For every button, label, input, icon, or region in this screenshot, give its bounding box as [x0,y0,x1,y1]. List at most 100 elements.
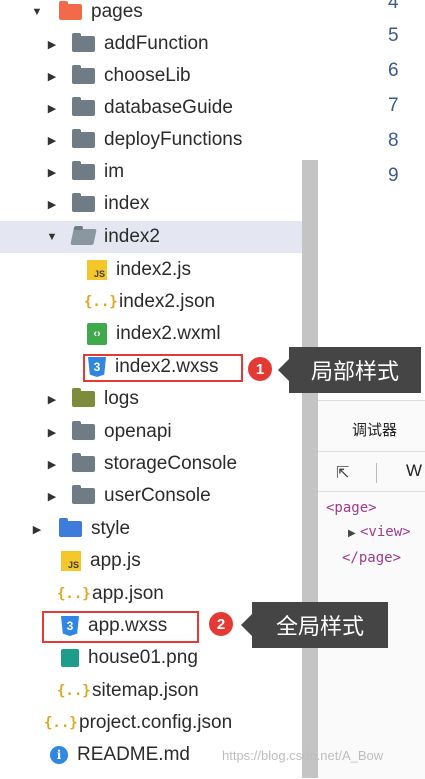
tab-debugger[interactable]: 调试器 [352,419,397,440]
tree-item-label: style [91,518,131,539]
tree-item-logs[interactable]: ▶ logs [0,383,318,415]
tree-item-style[interactable]: ▶ style [0,513,318,545]
chevron-right-icon[interactable]: ▶ [46,490,58,503]
tree-item-label: index2 [104,226,160,247]
tree-item-databaseGuide[interactable]: ▶ databaseGuide [0,92,318,124]
tree-item-userConsole[interactable]: ▶ userConsole [0,480,318,512]
badge-1: 1 [248,357,272,381]
tree-item-label: index2.wxml [116,323,221,344]
folder-icon [72,129,95,148]
line-number: 8 [388,130,399,151]
json-file-icon: {..} [57,683,91,699]
tree-item-index2[interactable]: ▼ index2 [0,221,318,253]
tree-item-storageConsole[interactable]: ▶ storageConsole [0,448,318,480]
wxml-file-icon: ‹› [87,323,107,345]
tree-item-project-config[interactable]: {..} project.config.json [0,707,318,739]
editor-gutter: 4 5 6 7 8 9 [318,0,425,400]
folder-icon [72,485,95,504]
tree-item-label: deployFunctions [104,129,243,150]
divider [376,463,377,483]
info-icon: i [50,746,68,764]
tab-wxml[interactable]: W [406,461,422,481]
tree-item-label: im [104,161,125,182]
highlight-box-app-wxss [42,611,199,643]
chevron-right-icon[interactable]: ▶ [46,38,58,51]
folder-icon [59,518,82,537]
folder-icon [72,421,95,440]
tree-item-index[interactable]: ▶ index [0,188,318,220]
element-picker-icon[interactable]: ⇱ [336,463,356,482]
expand-arrow-icon[interactable]: ▶ [348,528,356,539]
tree-item-addFunction[interactable]: ▶ addFunction [0,28,318,60]
highlight-box-index2-wxss [83,354,243,382]
tree-item-index2-json[interactable]: {..} index2.json [0,286,318,318]
debugger-panel: 调试器 ⇱ W [318,400,425,779]
callout-local-style: 局部样式 [278,347,421,393]
tree-item-label: app.json [92,583,164,604]
xml-node-view[interactable]: <view> [360,524,411,540]
callout-global-style: 全局样式 [241,602,388,648]
tree-item-label: index2.js [116,259,191,280]
folder-icon [72,161,95,180]
chevron-right-icon[interactable]: ▶ [46,393,58,406]
line-number: 5 [388,25,399,46]
tree-item-label: openapi [104,421,172,442]
line-number: 7 [388,95,399,116]
watermark: https://blog.csdn.net/A_Bow [222,748,384,763]
js-file-icon: JS [87,260,107,280]
chevron-down-icon[interactable]: ▼ [31,6,43,18]
folder-icon [72,388,95,407]
chevron-right-icon[interactable]: ▶ [46,102,58,115]
folder-open-icon [59,1,82,20]
js-file-icon: JS [61,551,81,571]
chevron-down-icon[interactable]: ▼ [46,231,58,243]
tree-item-openapi[interactable]: ▶ openapi [0,416,318,448]
chevron-right-icon[interactable]: ▶ [31,523,43,536]
tree-item-label: logs [104,388,139,409]
file-tree: ▼ pages ▶ addFunction ▶ chooseLib ▶ data… [0,0,318,778]
tree-item-label: project.config.json [79,712,233,733]
tree-item-label: pages [91,1,143,22]
tree-item-sitemap[interactable]: {..} sitemap.json [0,675,318,707]
tree-item-index2-wxml[interactable]: ‹› index2.wxml [0,318,318,350]
tree-item-label: sitemap.json [92,680,199,701]
tree-item-deployFunctions[interactable]: ▶ deployFunctions [0,124,318,156]
json-file-icon: {..} [84,294,118,310]
tree-item-pages[interactable]: ▼ pages [0,0,318,28]
tree-item-chooseLib[interactable]: ▶ chooseLib [0,60,318,92]
chevron-right-icon[interactable]: ▶ [46,134,58,147]
divider [318,491,425,492]
tree-item-label: app.js [90,550,141,571]
image-file-icon [61,649,79,667]
badge-2: 2 [209,612,233,636]
chevron-right-icon[interactable]: ▶ [46,70,58,83]
tree-item-label: userConsole [104,485,211,506]
xml-node-page-open[interactable]: <page> [326,500,377,516]
tree-item-app-js[interactable]: JS app.js [0,545,318,577]
tree-item-label: index [104,193,150,214]
folder-icon [72,33,95,52]
chevron-right-icon[interactable]: ▶ [46,458,58,471]
tree-item-label: house01.png [88,647,198,668]
xml-node-page-close: </page> [342,550,402,566]
tree-item-label: index2.json [119,291,216,312]
folder-icon [72,65,95,84]
chevron-right-icon[interactable]: ▶ [46,198,58,211]
chevron-right-icon[interactable]: ▶ [46,426,58,439]
tree-item-label: chooseLib [104,65,191,86]
tree-scrollbar[interactable] [302,160,318,778]
line-number: 9 [388,165,399,186]
line-number: 6 [388,60,399,81]
tree-item-im[interactable]: ▶ im [0,156,318,188]
folder-icon [72,97,95,116]
folder-icon [72,453,95,472]
line-number: 4 [388,0,399,13]
json-file-icon: {..} [44,715,78,731]
tree-item-label: addFunction [104,33,209,54]
tree-item-label: databaseGuide [104,97,233,118]
chevron-right-icon[interactable]: ▶ [46,166,58,179]
folder-icon [72,193,95,212]
json-file-icon: {..} [57,586,91,602]
tree-item-label: storageConsole [104,453,238,474]
tree-item-index2-js[interactable]: JS index2.js [0,254,318,286]
